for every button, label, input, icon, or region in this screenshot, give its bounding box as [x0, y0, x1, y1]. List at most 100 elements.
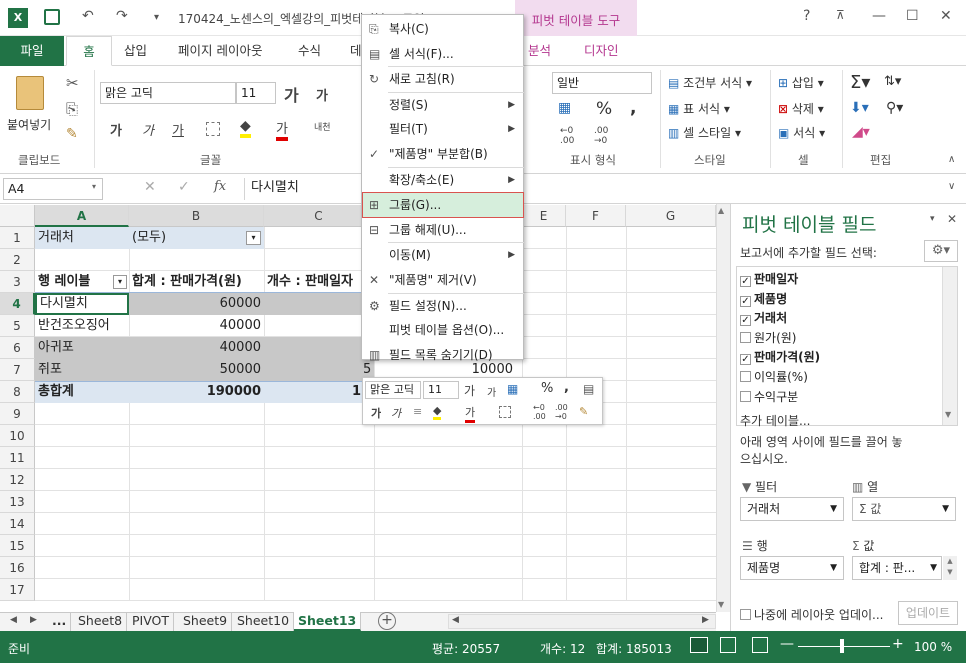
pivot-field-item[interactable]: 수익구분 — [740, 388, 798, 405]
prev-sheet-icon[interactable]: ◀ — [10, 615, 17, 625]
name-box[interactable]: A4 — [3, 178, 103, 200]
mini-border-icon[interactable] — [499, 406, 511, 418]
sheet-tab-more[interactable]: ... — [48, 612, 72, 631]
pivot-filter-dropdown-icon[interactable]: ▾ — [246, 231, 261, 245]
column-header-f[interactable]: F — [566, 205, 626, 227]
accounting-format-icon[interactable]: ▦ — [558, 100, 571, 116]
field-checkbox[interactable] — [740, 390, 751, 402]
vertical-scrollbar[interactable] — [716, 204, 730, 612]
values-area-item[interactable]: 합계 : 판... ▼ — [852, 556, 942, 580]
paste-icon[interactable] — [16, 76, 44, 110]
next-sheet-icon[interactable]: ▶ — [30, 615, 37, 625]
normal-view-icon[interactable] — [690, 637, 708, 653]
pivot-field-item[interactable]: ✓ 판매일자 — [740, 270, 798, 287]
context-menu-item[interactable]: ▥ 필드 목록 숨기기(D) — [363, 343, 523, 367]
pivot-row-sum[interactable]: 40000 — [129, 337, 264, 359]
undo-icon[interactable]: ↶ — [82, 8, 94, 24]
columns-area-item[interactable]: Σ 값 ▼ — [852, 497, 956, 521]
collapse-ribbon-icon[interactable]: ∧ — [948, 154, 955, 165]
conditional-formatting-button[interactable]: ▤ 조건부 서식 ▾ — [668, 74, 752, 91]
tab-data[interactable]: 데 — [350, 36, 362, 66]
select-all-corner[interactable] — [0, 205, 35, 227]
mini-increase-decimal-icon[interactable]: ←0.00 — [533, 403, 546, 421]
new-sheet-icon[interactable]: + — [378, 612, 396, 630]
sort-filter-icon[interactable]: ⇅▾ — [884, 74, 901, 89]
row-header[interactable]: 6 — [0, 337, 35, 359]
mini-fill-color-icon[interactable]: ◆ — [433, 404, 442, 420]
page-layout-view-icon[interactable] — [720, 637, 736, 653]
cut-icon[interactable]: ✂ — [66, 74, 79, 92]
context-menu-item[interactable]: ✕ "제품명" 제거(V) — [363, 268, 523, 292]
field-checkbox[interactable] — [740, 331, 751, 343]
pivot-total-sum[interactable]: 190000 — [129, 381, 264, 403]
decrease-decimal-icon[interactable]: .00 →0 — [594, 126, 608, 146]
border-icon[interactable] — [206, 122, 220, 136]
confirm-entry-icon[interactable]: ✓ — [178, 179, 190, 195]
pivot-field-item[interactable]: ✓ 제품명 — [740, 290, 787, 307]
column-header-c[interactable]: C — [264, 205, 374, 227]
pivot-row-sum[interactable]: 50000 — [129, 359, 264, 381]
name-box-dropdown-icon[interactable]: ▾ — [92, 182, 96, 191]
field-list-scrollbar[interactable] — [942, 267, 957, 425]
column-header-a[interactable]: A — [35, 205, 129, 227]
underline-icon[interactable]: 가 — [172, 120, 184, 139]
cancel-entry-icon[interactable]: ✕ — [144, 179, 156, 195]
shrink-font-icon[interactable]: 가 — [316, 85, 328, 104]
hscroll-right-icon[interactable]: ▶ — [702, 615, 709, 625]
field-checkbox[interactable]: ✓ — [740, 315, 751, 327]
mini-font-combo[interactable]: 맑은 고딕 — [365, 381, 421, 399]
tab-design[interactable]: 디자인 — [584, 36, 619, 66]
pivot-total-label[interactable]: 총합계 — [35, 381, 129, 403]
field-checkbox[interactable] — [740, 371, 751, 382]
context-menu-item[interactable]: 피벗 테이블 옵션(O)... — [363, 318, 523, 342]
mini-percent-icon[interactable]: % — [541, 381, 553, 396]
format-as-table-button[interactable]: ▦ 표 서식 ▾ — [668, 100, 730, 117]
row-header[interactable]: 10 — [0, 425, 35, 447]
pivot-row-label[interactable]: 아귀포 — [35, 337, 129, 359]
pivot-row-sum[interactable]: 40000 — [129, 315, 264, 337]
pivot-filter-value[interactable]: (모두) — [129, 227, 239, 249]
insert-cells-button[interactable]: ⊞ 삽입 ▾ — [778, 74, 824, 91]
tab-analyze[interactable]: 분석 — [528, 36, 551, 66]
mini-bold-icon[interactable]: 가 — [371, 405, 381, 421]
field-scroll-down-icon[interactable]: ▼ — [945, 410, 951, 419]
sheet-tab-sheet13[interactable]: Sheet13 — [294, 612, 362, 631]
mini-accounting-icon[interactable]: ▦ — [507, 382, 518, 396]
context-menu-item[interactable]: 정렬(S) ▶ — [363, 93, 523, 117]
field-checkbox[interactable]: ✓ — [740, 354, 751, 366]
context-menu-item[interactable]: ▤ 셀 서식(F)... — [363, 42, 523, 66]
horizontal-scrollbar[interactable] — [448, 614, 716, 629]
column-header-e[interactable]: E — [522, 205, 566, 227]
paste-button[interactable]: 붙여넣기 — [7, 116, 51, 133]
more-tables-link[interactable]: 추가 테이블... — [740, 412, 810, 429]
zoom-slider-thumb[interactable] — [840, 639, 844, 653]
context-menu-item[interactable]: ↻ 새로 고침(R) — [363, 67, 523, 91]
format-painter-icon[interactable]: ✎ — [66, 126, 78, 142]
pivot-field-item[interactable]: ✓ 거래처 — [740, 309, 787, 327]
font-size-combo[interactable]: 11 — [236, 82, 276, 104]
tab-insert[interactable]: 삽입 — [124, 36, 147, 66]
fill-color-icon[interactable]: ◆ — [240, 118, 251, 138]
fill-icon[interactable]: ⬇▾ — [850, 100, 869, 116]
row-header[interactable]: 14 — [0, 513, 35, 535]
context-menu-item[interactable]: 이동(M) ▶ — [363, 243, 523, 267]
page-break-view-icon[interactable] — [752, 637, 768, 653]
row-header[interactable]: 1 — [0, 227, 35, 249]
column-header-b[interactable]: B — [129, 205, 264, 227]
scroll-down-icon[interactable]: ▼ — [718, 600, 724, 609]
mini-size-combo[interactable]: 11 — [423, 381, 459, 399]
sheet-tab-sheet10[interactable]: Sheet10 — [233, 612, 295, 631]
cell-styles-button[interactable]: ▥ 셀 스타일 ▾ — [668, 124, 741, 141]
pivot-row-label[interactable]: 다시멸치 — [35, 293, 129, 315]
autosum-icon[interactable]: Σ▾ — [850, 72, 870, 93]
mini-align-icon[interactable]: ≡ — [413, 405, 422, 418]
context-menu-item[interactable]: ⊞ 그룹(G)... — [362, 192, 524, 219]
hscroll-left-icon[interactable]: ◀ — [452, 615, 459, 625]
column-header-g[interactable]: G — [626, 205, 716, 227]
row-header[interactable]: 15 — [0, 535, 35, 557]
scroll-up-icon[interactable]: ▲ — [718, 206, 724, 215]
increase-decimal-icon[interactable]: ←0.00 — [560, 126, 574, 146]
row-header[interactable]: 17 — [0, 579, 35, 601]
context-menu-item[interactable]: ⎘ 복사(C) — [363, 17, 523, 41]
row-header[interactable]: 3 — [0, 271, 35, 293]
